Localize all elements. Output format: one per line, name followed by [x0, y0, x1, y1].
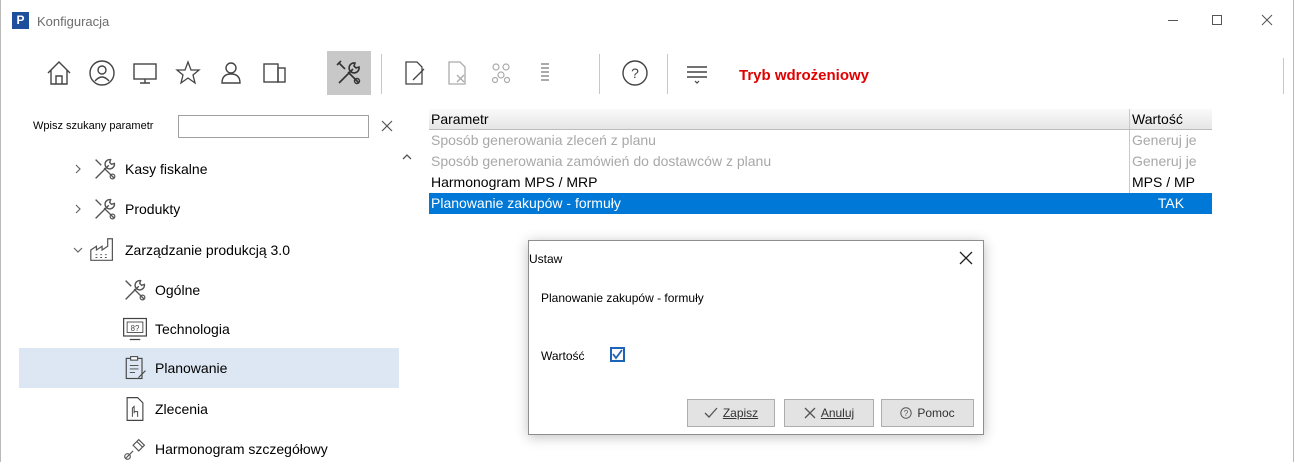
tree-item-planowanie[interactable]: Planowanie	[19, 348, 399, 388]
table-row[interactable]: Planowanie zakupów - formuły TAK	[429, 193, 1212, 214]
cell-param: Sposób generowania zamówień do dostawców…	[431, 153, 772, 169]
star-icon[interactable]	[166, 51, 210, 95]
clear-search-icon[interactable]	[377, 116, 397, 136]
tree-item-technologia[interactable]: 8? Technologia	[19, 309, 399, 349]
toolbar-end-divider	[1283, 58, 1284, 94]
search-bar: Wpisz szukany parametr	[1, 111, 411, 141]
cell-value: Generuj je	[1132, 153, 1197, 169]
cell-param: Sposób generowania zleceń z planu	[431, 132, 656, 148]
configuration-window: P Konfiguracja ? Tryb wdrożeniowy Wpisz …	[0, 0, 1294, 462]
tools-icon	[89, 193, 121, 225]
dialog-title-bar: Ustaw	[529, 241, 983, 275]
tools-icon	[89, 153, 121, 185]
column-header-parametr[interactable]: Parametr	[429, 109, 1129, 130]
value-checkbox[interactable]	[610, 347, 625, 362]
cancel-button-label: Anuluj	[820, 406, 855, 420]
filter-lines-icon[interactable]	[675, 51, 719, 95]
dialog-description: Planowanie zakupów - formuły	[541, 291, 704, 305]
order-icon	[119, 393, 151, 425]
grid-header: Parametr Wartość	[429, 109, 1212, 130]
schedule-icon	[119, 433, 151, 462]
tree-item-label: Zarządzanie produkcją 3.0	[125, 242, 290, 258]
table-row[interactable]: Sposób generowania zamówień do dostawców…	[429, 151, 1212, 172]
cancel-button[interactable]: Anuluj	[784, 399, 874, 427]
tree-item-ogolne[interactable]: Ogólne	[19, 270, 399, 310]
technology-icon: 8?	[119, 313, 151, 345]
cell-value: MPS / MP	[1132, 174, 1196, 190]
svg-text:8?: 8?	[131, 324, 140, 333]
toolbar-separator	[667, 54, 668, 94]
search-label: Wpisz szukany parametr	[33, 120, 154, 132]
toolbar-separator	[599, 54, 600, 94]
svg-text:?: ?	[631, 65, 639, 81]
user-icon[interactable]	[209, 51, 253, 95]
value-label: Wartość	[541, 349, 585, 363]
tree-item-label: Ogólne	[155, 282, 201, 298]
tree-item-kasy-fiskalne[interactable]: Kasy fiskalne	[19, 149, 399, 189]
save-button[interactable]: Zapisz	[687, 399, 775, 427]
toolbar-separator	[381, 54, 382, 94]
document-edit-icon[interactable]	[392, 51, 436, 95]
chevron-right-icon[interactable]	[71, 162, 85, 176]
title-bar: P Konfiguracja	[1, 0, 1293, 46]
dialog-close-button[interactable]	[955, 247, 977, 269]
search-input[interactable]	[178, 115, 369, 138]
dialog-title: Ustaw	[529, 252, 563, 266]
table-row[interactable]: Sposób generowania zleceń z planu Generu…	[429, 130, 1212, 151]
home-icon[interactable]	[37, 51, 81, 95]
parameter-tree: Kasy fiskalne Produkty Zarządzanie produ…	[19, 145, 411, 462]
check-icon	[704, 407, 718, 418]
tree-item-zlecenia[interactable]: Zlecenia	[19, 389, 399, 429]
tools-icon	[119, 274, 151, 306]
cell-param: Harmonogram MPS / MRP	[431, 174, 598, 190]
cell-value: TAK	[1157, 195, 1185, 211]
parameter-grid: Parametr Wartość Sposób generowania zlec…	[429, 109, 1212, 214]
save-button-label: Zapisz	[722, 406, 759, 420]
scroll-up-icon[interactable]	[401, 151, 413, 163]
chevron-down-icon[interactable]	[71, 243, 85, 257]
group-icon[interactable]	[479, 51, 523, 95]
tree-item-zarzadzanie-produkcja[interactable]: Zarządzanie produkcją 3.0	[19, 230, 399, 270]
help-button-label: Pomoc	[917, 406, 955, 420]
help-icon: ?	[900, 407, 913, 419]
tree-item-produkty[interactable]: Produkty	[19, 189, 399, 229]
window-title: Konfiguracja	[37, 14, 110, 29]
chevron-right-icon[interactable]	[71, 202, 85, 216]
tree-item-label: Planowanie	[155, 360, 228, 376]
table-row[interactable]: Harmonogram MPS / MRP MPS / MP	[429, 172, 1212, 193]
tree-item-label: Harmonogram szczegółowy	[155, 441, 328, 457]
maximize-button[interactable]	[1197, 5, 1237, 35]
cell-value: Generuj je	[1132, 132, 1197, 148]
tools-icon[interactable]	[327, 51, 371, 95]
clipboard-icon	[119, 352, 151, 384]
minimize-button[interactable]	[1153, 5, 1193, 35]
close-window-button[interactable]	[1247, 5, 1287, 35]
column-header-wartosc[interactable]: Wartość	[1130, 109, 1212, 130]
svg-text:?: ?	[904, 409, 909, 418]
tree-item-harmonogram-szczegolowy[interactable]: Harmonogram szczegółowy	[19, 429, 399, 462]
user-circle-icon[interactable]	[80, 51, 124, 95]
factory-icon	[87, 234, 119, 266]
list-icon[interactable]	[523, 51, 567, 95]
close-icon	[804, 407, 816, 419]
set-value-dialog: Ustaw Planowanie zakupów - formuły Warto…	[528, 240, 984, 435]
monitor-icon[interactable]	[123, 51, 167, 95]
devices-icon[interactable]	[252, 51, 296, 95]
tree-item-label: Technologia	[155, 321, 230, 337]
document-delete-icon[interactable]	[435, 51, 479, 95]
main-toolbar: ? Tryb wdrożeniowy	[17, 48, 1287, 102]
tree-item-label: Kasy fiskalne	[125, 161, 208, 177]
cell-param: Planowanie zakupów - formuły	[431, 195, 621, 211]
app-logo-icon: P	[12, 12, 29, 29]
checkmark-icon	[612, 349, 623, 360]
tree-item-label: Zlecenia	[155, 401, 208, 417]
mode-label: Tryb wdrożeniowy	[739, 67, 870, 84]
tree-item-label: Produkty	[125, 201, 181, 217]
help-icon[interactable]: ?	[613, 51, 657, 95]
help-button[interactable]: ? Pomoc	[881, 399, 974, 427]
